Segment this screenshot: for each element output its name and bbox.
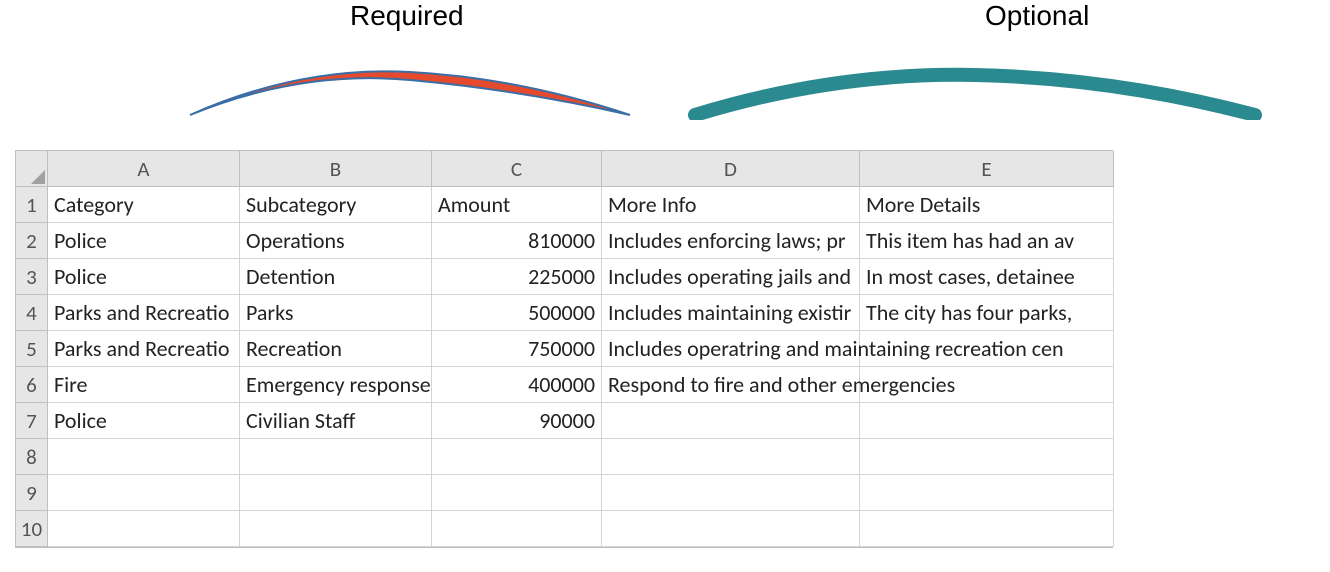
cell-A6[interactable]: Fire — [48, 367, 240, 403]
cell-C8[interactable] — [432, 439, 602, 475]
row-header[interactable]: 8 — [16, 439, 48, 475]
cell-C5[interactable]: 750000 — [432, 331, 602, 367]
col-header-D[interactable]: D — [602, 151, 860, 187]
row-header[interactable]: 6 — [16, 367, 48, 403]
optional-brace-icon — [685, 60, 1265, 120]
cell-B6[interactable]: Emergency response — [240, 367, 432, 403]
cell-E10[interactable] — [860, 511, 1114, 547]
cell-A8[interactable] — [48, 439, 240, 475]
cell-D9[interactable] — [602, 475, 860, 511]
cell-C9[interactable] — [432, 475, 602, 511]
cell-D5[interactable]: Includes operatring and maintaining recr… — [602, 331, 860, 367]
row-header[interactable]: 2 — [16, 223, 48, 259]
cell-A2[interactable]: Police — [48, 223, 240, 259]
cell-E8[interactable] — [860, 439, 1114, 475]
row-header[interactable]: 7 — [16, 403, 48, 439]
cell-D10[interactable] — [602, 511, 860, 547]
cell-D5-text: Includes operatring and maintaining recr… — [608, 331, 1064, 367]
cell-E2[interactable]: This item has had an av — [860, 223, 1114, 259]
row-header[interactable]: 3 — [16, 259, 48, 295]
cell-C4[interactable]: 500000 — [432, 295, 602, 331]
cell-B1[interactable]: Subcategory — [240, 187, 432, 223]
cell-A7[interactable]: Police — [48, 403, 240, 439]
row-header[interactable]: 1 — [16, 187, 48, 223]
cell-E7[interactable] — [860, 403, 1114, 439]
cell-B3[interactable]: Detention — [240, 259, 432, 295]
annotation-layer: Required Optional — [15, 0, 1330, 150]
cell-B2[interactable]: Operations — [240, 223, 432, 259]
cell-B9[interactable] — [240, 475, 432, 511]
cell-D6-text: Respond to fire and other emergencies — [608, 367, 955, 403]
cell-B8[interactable] — [240, 439, 432, 475]
cell-D7[interactable] — [602, 403, 860, 439]
cell-D1[interactable]: More Info — [602, 187, 860, 223]
cell-E1[interactable]: More Details — [860, 187, 1114, 223]
cell-C1[interactable]: Amount — [432, 187, 602, 223]
required-brace-icon — [180, 60, 640, 120]
cell-B10[interactable] — [240, 511, 432, 547]
cell-A5[interactable]: Parks and Recreatio — [48, 331, 240, 367]
cell-C7[interactable]: 90000 — [432, 403, 602, 439]
cell-E9[interactable] — [860, 475, 1114, 511]
cell-E3[interactable]: In most cases, detainee — [860, 259, 1114, 295]
col-header-E[interactable]: E — [860, 151, 1114, 187]
required-label: Required — [350, 0, 464, 32]
cell-A1[interactable]: Category — [48, 187, 240, 223]
cell-D2[interactable]: Includes enforcing laws; pr — [602, 223, 860, 259]
cell-B5[interactable]: Recreation — [240, 331, 432, 367]
row-header[interactable]: 5 — [16, 331, 48, 367]
cell-A4[interactable]: Parks and Recreatio — [48, 295, 240, 331]
cell-C3[interactable]: 225000 — [432, 259, 602, 295]
cell-A10[interactable] — [48, 511, 240, 547]
select-all-corner[interactable] — [16, 151, 48, 187]
cell-C6[interactable]: 400000 — [432, 367, 602, 403]
cell-D8[interactable] — [602, 439, 860, 475]
row-header[interactable]: 4 — [16, 295, 48, 331]
col-header-A[interactable]: A — [48, 151, 240, 187]
spreadsheet-grid[interactable]: A B C D E 1 Category Subcategory Amount … — [15, 150, 1113, 548]
cell-A3[interactable]: Police — [48, 259, 240, 295]
cell-D3[interactable]: Includes operating jails and — [602, 259, 860, 295]
cell-C10[interactable] — [432, 511, 602, 547]
cell-B4[interactable]: Parks — [240, 295, 432, 331]
cell-C2[interactable]: 810000 — [432, 223, 602, 259]
row-header[interactable]: 10 — [16, 511, 48, 547]
col-header-B[interactable]: B — [240, 151, 432, 187]
cell-D4[interactable]: Includes maintaining existir — [602, 295, 860, 331]
optional-label: Optional — [985, 0, 1089, 32]
cell-E4[interactable]: The city has four parks, — [860, 295, 1114, 331]
cell-A9[interactable] — [48, 475, 240, 511]
cell-B7[interactable]: Civilian Staff — [240, 403, 432, 439]
cell-D6[interactable]: Respond to fire and other emergencies — [602, 367, 860, 403]
row-header[interactable]: 9 — [16, 475, 48, 511]
col-header-C[interactable]: C — [432, 151, 602, 187]
